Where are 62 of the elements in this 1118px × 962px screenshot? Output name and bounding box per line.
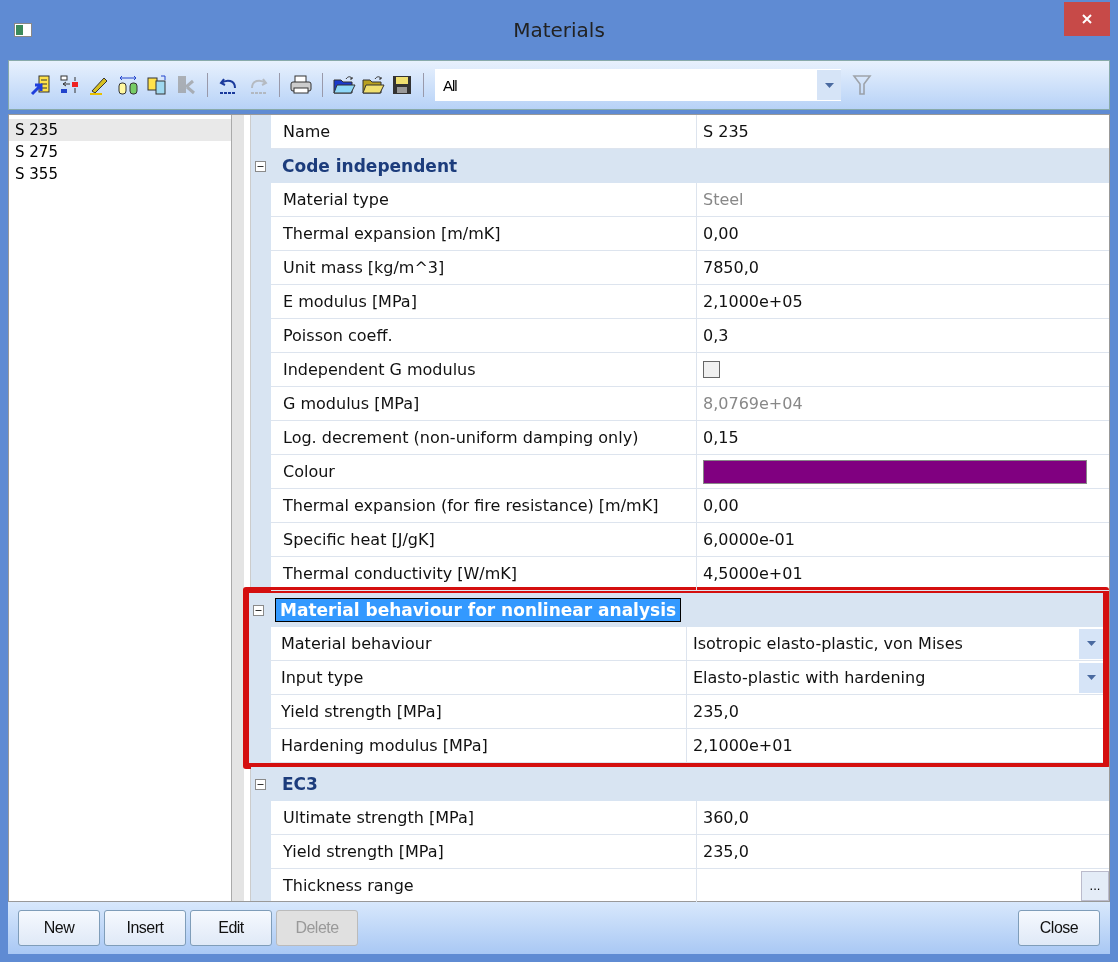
property-value[interactable]: 7850,0 [697, 251, 1109, 285]
dropdown-arrow-icon[interactable] [824, 82, 834, 88]
action-button[interactable]: Edit [190, 910, 272, 946]
property-value[interactable]: 235,0 [687, 695, 1103, 729]
collapse-icon[interactable] [255, 160, 266, 172]
property-value[interactable]: 0,00 [697, 217, 1109, 251]
property-value[interactable]: 235,0 [697, 835, 1109, 869]
colour-swatch[interactable] [703, 459, 1087, 484]
group-title[interactable]: Code independent [278, 155, 462, 177]
property-name: Yield strength [MPa] [269, 695, 687, 729]
property-name: Ultimate strength [MPa] [271, 801, 697, 835]
property-name: E modulus [MPa] [271, 285, 697, 319]
property-value[interactable]: 2,1000e+05 [697, 285, 1109, 319]
collapse-icon[interactable] [255, 778, 266, 790]
property-value[interactable]: 0,15 [697, 421, 1109, 455]
property-name: Thermal expansion (for fire resistance) [m/mK] [271, 489, 697, 523]
property-name: Unit mass [kg/m^3] [271, 251, 697, 285]
browse-button[interactable]: ... [1081, 870, 1109, 901]
folder-icon[interactable] [361, 73, 385, 97]
property-name: Log. decrement (non-uniform damping only) [271, 421, 697, 455]
property-name: Independent G modulus [271, 353, 697, 387]
property-name: Poisson coeff. [271, 319, 697, 353]
property-name: Hardening modulus [MPa] [269, 729, 687, 763]
action-button[interactable]: Insert [104, 910, 186, 946]
close-button[interactable]: Close [1018, 910, 1100, 946]
property-name: Specific heat [J/gK] [271, 523, 697, 557]
property-name: Thermal expansion [m/mK] [271, 217, 697, 251]
material-item[interactable]: S 275 [9, 141, 231, 163]
dropdown-arrow-icon[interactable] [1086, 641, 1096, 646]
window-title: Materials [512, 18, 606, 42]
material-item[interactable]: S 355 [9, 163, 231, 185]
cylinders-icon[interactable] [116, 73, 140, 97]
close-icon[interactable] [1064, 2, 1110, 36]
action-button[interactable]: New [18, 910, 100, 946]
property-name: Material behaviour [269, 627, 687, 661]
material-item[interactable]: S 235 [9, 119, 231, 141]
property-value[interactable]: 2,1000e+01 [687, 729, 1103, 763]
copy-icon[interactable] [145, 73, 169, 97]
group-title[interactable]: EC3 [278, 773, 322, 795]
table-arrow-icon[interactable] [29, 73, 53, 97]
property-value[interactable]: 360,0 [697, 801, 1109, 835]
window-icon [14, 23, 32, 37]
folder-icon[interactable] [332, 73, 356, 97]
property-name: G modulus [MPa] [271, 387, 697, 421]
property-value[interactable]: 0,3 [697, 319, 1109, 353]
property-name: Material type [271, 183, 697, 217]
property-value[interactable]: Elasto-plastic with hardening [693, 668, 926, 687]
dropdown-button[interactable] [1079, 662, 1103, 693]
dropdown-arrow-icon[interactable] [1086, 675, 1096, 680]
property-value: 8,0769e+04 [697, 387, 1109, 421]
property-value: Steel [697, 183, 1109, 217]
dropdown-button[interactable] [1079, 628, 1103, 659]
checkbox[interactable] [703, 361, 720, 378]
printer-icon[interactable] [289, 73, 313, 97]
property-value[interactable]: 6,0000e-01 [697, 523, 1109, 557]
collapse-icon[interactable] [253, 604, 264, 616]
property-name: Input type [269, 661, 687, 695]
property-value[interactable]: Isotropic elasto-plastic, von Mises [693, 634, 963, 653]
save-icon[interactable] [390, 73, 414, 97]
property-value[interactable]: 0,00 [697, 489, 1109, 523]
property-name: Colour [271, 455, 697, 489]
property-name: Yield strength [MPa] [271, 835, 697, 869]
